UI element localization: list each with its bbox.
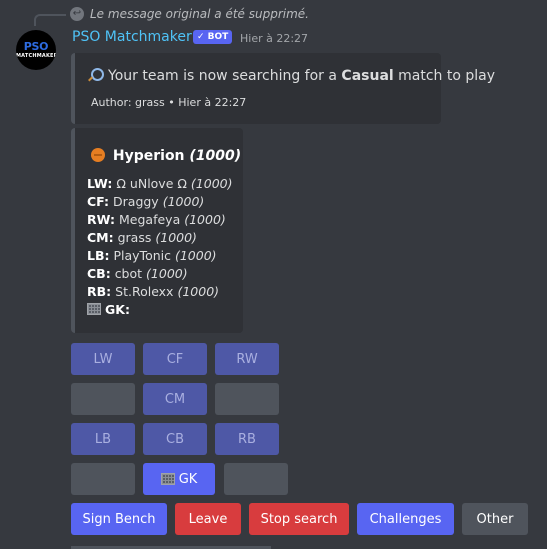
search-status-embed: Your team is now searching for a Casual … (71, 53, 495, 124)
position-button-lw[interactable]: LW (71, 343, 135, 375)
position-button-gk[interactable]: GK (143, 463, 215, 495)
message-timestamp: Hier à 22:27 (240, 32, 309, 45)
lineup-row-cb: CB: cbot (1000) (87, 266, 188, 281)
empty-slot-button[interactable] (215, 383, 279, 415)
team-rating: (1000) (189, 148, 242, 164)
stop-search-button[interactable]: Stop search (249, 503, 349, 535)
empty-slot-button[interactable] (71, 463, 135, 495)
lineup-row-cf: CF: Draggy (1000) (87, 194, 205, 209)
author-name[interactable]: PSO Matchmaker (72, 29, 192, 45)
avatar-logo: PSO (23, 40, 49, 53)
position-button-cb[interactable]: CB (143, 423, 207, 455)
ball-icon (91, 148, 105, 162)
team-name: Hyperion (112, 148, 185, 164)
deleted-reply-text: Le message original a été supprimé. (90, 7, 309, 21)
avatar-subtitle: MATCHMAKER (16, 53, 56, 59)
team-title: Hyperion (1000) (91, 148, 241, 164)
embed-title: Your team is now searching for a Casual … (91, 68, 495, 84)
position-button-rb[interactable]: RB (215, 423, 279, 455)
lineup-row-gk: GK: (87, 301, 233, 319)
reply-connector (34, 14, 66, 26)
empty-slot-button[interactable] (71, 383, 135, 415)
magnifier-icon (91, 68, 104, 81)
other-button[interactable]: Other (462, 503, 528, 535)
lineup-row-rw: RW: Megafeya (1000) (87, 212, 226, 227)
bot-badge: ✓ BOT (193, 30, 233, 44)
lineup-row-lb: LB: PlayTonic (1000) (87, 248, 217, 263)
team-lineup-embed: Hyperion (1000) LW: Ω uNlove Ω (1000) CF… (71, 128, 243, 333)
embed-footer: Author: grass • Hier à 22:27 (91, 96, 247, 109)
reply-arrow-icon: ↩ (70, 7, 84, 21)
position-button-cf[interactable]: CF (143, 343, 207, 375)
lineup-list: LW: Ω uNlove Ω (1000) CF: Draggy (1000) … (87, 175, 233, 319)
avatar[interactable]: PSO MATCHMAKER (16, 30, 56, 70)
challenges-button[interactable]: Challenges (357, 503, 454, 535)
sign-bench-button[interactable]: Sign Bench (71, 503, 167, 535)
position-button-cm[interactable]: CM (143, 383, 207, 415)
leave-button[interactable]: Leave (175, 503, 241, 535)
position-button-lb[interactable]: LB (71, 423, 135, 455)
empty-slot-button[interactable] (224, 463, 288, 495)
lineup-row-cm: CM: grass (1000) (87, 230, 197, 245)
gk-label: GK (178, 471, 198, 487)
goal-net-icon (87, 303, 101, 315)
match-type: Casual (341, 68, 394, 84)
lineup-row-lw: LW: Ω uNlove Ω (1000) (87, 176, 233, 191)
lineup-row-rb: RB: St.Rolexx (1000) (87, 284, 220, 299)
position-button-rw[interactable]: RW (215, 343, 279, 375)
goal-net-icon (160, 473, 175, 485)
